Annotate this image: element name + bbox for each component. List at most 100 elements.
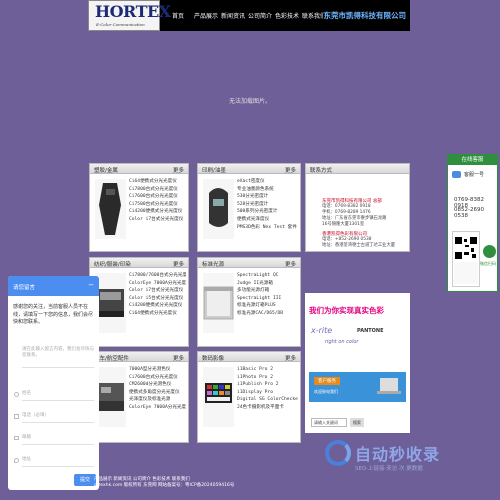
contact-details: 东莞市凯得科技有限公司 总部 电话：0769-8382 0918 手机：0769… [322,198,395,249]
list-item[interactable]: Ci64便携式分光光度仪 [129,178,186,186]
email-field[interactable]: 邮箱 [22,434,94,445]
contact-title: 联系方式 [310,168,333,174]
more-link[interactable]: 更多 [173,260,184,268]
list-item[interactable]: ColorEye 7000A分光光度仪 [129,404,186,412]
watermark-logo-icon [325,440,351,466]
more-link[interactable]: 更多 [285,354,296,362]
leave-message-widget: 请您留言 − 感谢您的关注，当前客服人员不在线，请填写一下您的信息，我们会尽快和… [8,276,99,490]
list-item[interactable]: 专业油墨颜色系统 [237,186,298,194]
list-item[interactable]: Ci7800/7600台式分光光度仪 [129,272,186,280]
product-image[interactable] [95,273,126,333]
phone-field[interactable]: 电话（必填） [22,412,94,423]
chat-title: 请您留言 [13,285,36,291]
site-header: HORTEX E-Color Communication 首页 产品展示 新闻资… [88,0,410,31]
list-item[interactable]: 光泽度仪及标准光源 [129,396,186,404]
nav-news[interactable]: 新闻资讯 [221,11,245,20]
list-item[interactable]: Color i5台式分光光度仪 [129,295,186,303]
qr-label: 微信扫码 [480,261,496,266]
list-item[interactable]: i1Display Pro [237,389,298,397]
nav-contact[interactable]: 联系我们 [302,11,326,20]
more-link[interactable]: 更多 [173,354,184,362]
more-link[interactable]: 更多 [285,260,296,268]
list-item[interactable]: Judge II光源箱 [237,280,298,288]
list-item[interactable]: Ci4200便携式分光光度仪 [129,302,186,310]
list-item[interactable]: CM2600d分光测色仪 [129,381,186,389]
chat-intro: 感谢您的关注，当前客服人员不在线，请填写一下您的信息，我们会尽快和您联系。 [13,304,94,325]
list-item[interactable]: ColorEye 7000A分光光度仪 [129,280,186,288]
product-image[interactable] [95,179,126,239]
list-item[interactable]: i1Basic Pro 2 [237,366,298,374]
panel-header: 标准光源 更多 [198,258,300,268]
list-item[interactable]: 便携式多角度分光光度仪 [129,389,186,397]
promo-banner[interactable]: 我们为你实现真实色彩 x-rite PANTONE right on color… [305,293,410,433]
nav-about[interactable]: 公司简介 [248,11,272,20]
watermark-text: 自动秒收录 [355,445,441,464]
product-panel-light-source: 标准光源 更多 SpectraLight QC Judge II光源箱 多功能光… [197,257,301,347]
qr-code[interactable] [452,231,480,287]
product-image[interactable] [203,367,234,427]
address-field[interactable]: 地址 [22,456,94,467]
minimize-icon[interactable]: − [88,281,94,289]
list-item[interactable]: Ci7600台式分光光度仪 [129,374,186,382]
footer-copyright: ortexhk.com 版权所有 东莞网 网站备案号：粤ICP备20240594… [94,483,235,488]
search-button[interactable]: 搜索 [350,418,364,427]
hortex-logo[interactable]: HORTEX E-Color Communication [88,0,171,31]
nav-home[interactable]: 首页 [172,11,184,20]
service-label: 客户服务 [314,377,340,385]
list-item[interactable]: SpectraLight III [237,295,298,303]
list-item[interactable]: SpectraLight QC [237,272,298,280]
nav-color-tech[interactable]: 色彩技术 [275,11,299,20]
site-footer: 产品展示 新闻资讯 公司简介 色彩技术 联系我们 ortexhk.com 版权所… [94,477,234,489]
product-list: 7000A型分光测色仪 Ci7600台式分光光度仪 CM2600d分光测色仪 便… [129,366,186,412]
list-item[interactable]: i1Photo Pro 2 [237,374,298,382]
list-item[interactable]: i1Publish Pro 2 [237,381,298,389]
panel-title: 纺织/服装/印染 [94,262,131,268]
list-item[interactable]: 多功能光源灯箱 [237,287,298,295]
list-item[interactable]: 528分光密度计 [237,201,298,209]
list-item[interactable]: Color i7台式分光光度仪 [129,216,186,224]
name-field[interactable]: 姓名 [22,390,94,401]
service-phone-2: 0852-2690 0538 [454,207,484,219]
search-input[interactable]: 请输入关键词 [311,418,347,427]
list-item[interactable]: 24色卡摄影机及平面卡 [237,404,298,412]
list-item[interactable]: 500系列分光密度计 [237,208,298,216]
list-item[interactable]: 7000A型分光测色仪 [129,366,186,374]
submit-button[interactable]: 提交 [74,474,96,486]
list-item[interactable]: 标准光源灯箱PLUS [237,302,298,310]
list-item[interactable]: eXact密度仪 [237,178,298,186]
list-item[interactable]: Color i7台式分光光度仪 [129,287,186,295]
product-list: i1Basic Pro 2 i1Photo Pro 2 i1Publish Pr… [237,366,298,412]
more-link[interactable]: 更多 [285,166,296,174]
product-panel-printing: 印刷/油墨 更多 eXact密度仪 专业油墨颜色系统 530分光密度计 528分… [197,163,301,252]
panel-header: 印刷/油墨 更多 [198,164,300,174]
logo-brand: HORTEX [95,2,171,21]
service-banner: 客户服务 欢迎致电我们 [309,372,406,402]
product-list: Ci7800/7600台式分光光度仪 ColorEye 7000A分光光度仪 C… [129,272,186,318]
list-item[interactable]: PMS3D色彩 Nex Test 套件 [237,224,298,232]
message-textarea[interactable]: 请在此输入留言内容，我们会尽快与您联系。 [22,346,94,368]
panel-header: 数码影像 更多 [198,352,300,362]
more-link[interactable]: 更多 [173,166,184,174]
list-item[interactable]: Digital SG ColorChecker [237,396,298,404]
xrite-logo: x-rite [311,326,333,335]
location-icon [14,458,19,463]
product-image[interactable] [203,179,234,239]
panel-header: 联系方式 [306,164,409,174]
wechat-icon [483,245,496,258]
service-contact[interactable]: 客服一号 [452,171,484,178]
nav-products[interactable]: 产品展示 [194,11,218,20]
list-item[interactable]: 530分光密度计 [237,193,298,201]
list-item[interactable]: 便携式光泽度仪 [237,216,298,224]
product-image[interactable] [95,367,126,427]
list-item[interactable]: Ci7600台式分光光度仪 [129,193,186,201]
laptop-icon [377,378,401,394]
list-item[interactable]: Ci64便携式分光光度仪 [129,310,186,318]
panel-title: 汽车/航空配件 [94,356,129,362]
list-item[interactable]: Ci4200便携式分光光度仪 [129,208,186,216]
contact-panel: 联系方式 东莞市凯得科技有限公司 总部 电话：0769-8382 0918 手机… [305,163,410,252]
list-item[interactable]: Ci7500台式分光光度仪 [129,201,186,209]
banner-image-alt: 无法加载图片。 [229,98,272,105]
list-item[interactable]: 标准光源CAC/D65/DB [237,310,298,318]
product-image[interactable] [203,273,234,333]
list-item[interactable]: Ci7800台式分光光度仪 [129,186,186,194]
